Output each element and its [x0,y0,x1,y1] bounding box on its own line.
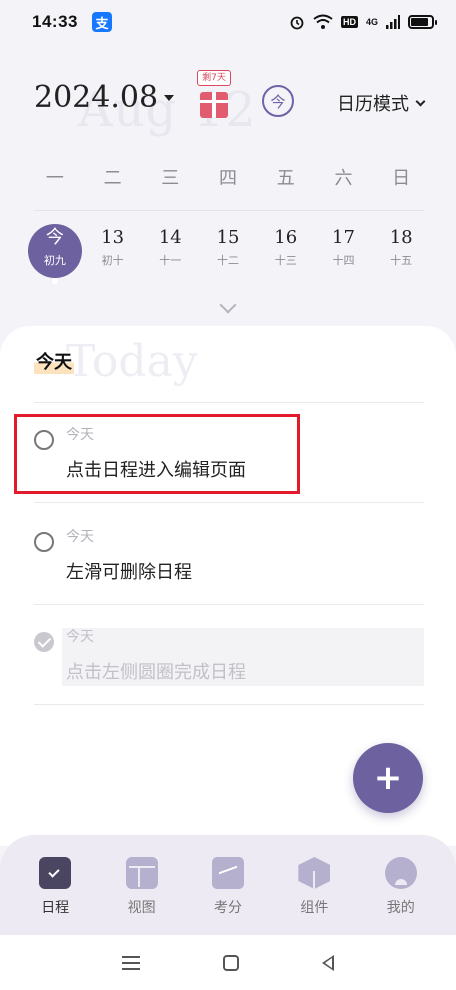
weekday-label: 日 [392,168,411,189]
date-number: 16 [274,227,298,248]
date-number: 13 [101,227,125,248]
todo-item[interactable]: 今天 左滑可删除日程 [34,518,424,598]
date-number: 17 [332,227,355,248]
calendar-icon [39,857,72,889]
lunar-date: 十三 [274,254,297,267]
status-time: 14:33 [32,12,78,31]
add-schedule-button[interactable]: + [353,743,423,813]
weekday-label: 三 [161,168,180,189]
battery-icon [408,15,437,29]
battery-level [411,18,428,26]
date-cell-selected[interactable]: 今 初九 [26,224,84,290]
back-icon[interactable] [322,954,335,971]
divider [34,402,424,403]
todo-item-completed[interactable]: 今天 点击左侧圆圈完成日程 [34,618,424,698]
date-cell[interactable]: 16 十三 [257,226,315,290]
tab-label: 我的 [386,900,415,916]
date-cell[interactable]: 18 十五 [372,226,430,290]
widget-icon [298,857,331,889]
tab-profile[interactable]: 我的 [366,835,436,935]
status-icons: HD 4G [289,14,437,30]
weekday-label: 六 [334,168,353,189]
calendar-mode-select[interactable]: 日历模式 [337,90,426,116]
date-number: 18 [389,227,413,248]
todo-title: 左滑可删除日程 [66,562,192,583]
gift-icon [200,92,228,118]
tab-label: 组件 [300,900,329,916]
date-number: 15 [216,227,240,248]
network-type-label: 4G [365,17,378,27]
calendar-mode-label: 日历模式 [337,94,409,115]
tab-schedule[interactable]: 日程 [20,835,90,935]
tab-label: 视图 [127,900,156,916]
section-title: 今天 [34,348,74,374]
todo-checkbox-checked[interactable] [34,632,54,652]
tab-score[interactable]: 考分 [193,835,263,935]
status-bar: 14:33 支 HD 4G [0,0,456,44]
divider [34,502,424,503]
month-title: 2024.08 [34,80,159,115]
month-picker[interactable]: 2024.08 [34,80,175,115]
lunar-date: 十四 [332,254,355,267]
tab-label: 考分 [213,900,242,916]
section-watermark: Today [66,336,198,387]
divider [34,604,424,605]
chevron-down-icon [415,96,426,106]
date-number: 今 [45,227,64,248]
event-dot-icon [52,278,58,284]
lunar-date: 十一 [159,254,182,267]
signal-icon [386,15,400,29]
alipay-notification-icon: 支 [91,12,112,32]
weekday-label: 一 [45,168,64,189]
view-icon [125,857,158,889]
date-cell[interactable]: 17 十四 [315,226,373,290]
system-nav-bar [0,935,456,990]
weekday-label: 二 [103,168,122,189]
expand-calendar-chevron-icon[interactable] [219,296,237,314]
bottom-tab-bar: 日程 视图 考分 组件 我的 [0,835,456,935]
tab-label: 日程 [41,900,70,916]
annotation-highlight-box [14,414,300,494]
alarm-icon [290,16,304,30]
todo-date: 今天 [66,629,94,645]
weekday-row: 一 二 三 四 五 六 日 [26,164,430,194]
divider [34,210,424,211]
caret-down-icon [164,94,175,101]
tab-widgets[interactable]: 组件 [279,835,349,935]
divider [34,704,424,705]
profile-icon [384,857,417,889]
menu-icon[interactable] [121,955,140,970]
lunar-date: 十二 [217,254,240,267]
tab-view[interactable]: 视图 [107,835,177,935]
todo-date: 今天 [66,529,94,545]
date-cell[interactable]: 15 十二 [199,226,257,290]
gift-countdown[interactable]: 剩7天 [197,70,231,120]
today-button[interactable]: 今 [262,85,294,117]
lunar-date: 十五 [390,254,413,267]
weekday-label: 四 [219,168,238,189]
wifi-icon [313,14,333,29]
gift-countdown-label: 剩7天 [197,70,231,86]
weekday-label: 五 [276,168,295,189]
todo-checkbox[interactable] [34,532,54,552]
date-cell[interactable]: 14 十一 [141,226,199,290]
lunar-date: 初十 [101,254,124,267]
calendar-header: Aug 12 2024.08 剩7天 今 日历模式 [0,60,456,150]
date-number: 14 [158,227,182,248]
todo-title: 点击左侧圆圈完成日程 [66,662,246,683]
lunar-date: 初九 [43,254,66,267]
home-icon[interactable] [222,954,239,971]
week-dates-row: 今 初九 13 初十 14 十一 15 十二 16 十三 17 十四 18 十五 [26,224,430,290]
date-cell[interactable]: 13 初十 [84,226,142,290]
score-icon [211,857,244,889]
hd-icon: HD [340,16,358,28]
